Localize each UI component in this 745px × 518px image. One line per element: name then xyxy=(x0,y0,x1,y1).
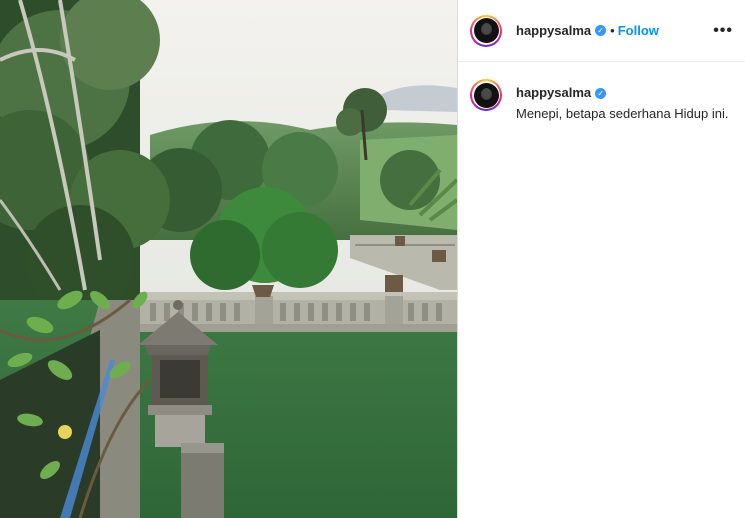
caption-username[interactable]: happysalma xyxy=(516,85,591,100)
avatar-image xyxy=(473,18,499,43)
caption-text: Menepi, betapa sederhana Hidup ini. xyxy=(516,106,729,121)
avatar-ring xyxy=(472,16,500,45)
verified-badge-icon: ✓ xyxy=(595,25,607,36)
instagram-post: happysalma ✓ • Follow ••• happysalma ✓ Me… xyxy=(0,0,745,518)
post-header: happysalma ✓ • Follow ••• xyxy=(458,0,745,62)
more-options-icon[interactable]: ••• xyxy=(705,22,733,40)
post-photo[interactable] xyxy=(0,0,457,518)
caption-body: happysalma ✓ Menepi, betapa sederhana Hid… xyxy=(516,84,728,121)
caption: happysalma ✓ Menepi, betapa sederhana Hid… xyxy=(458,62,745,121)
verified-badge-icon: ✓ xyxy=(595,88,607,99)
avatar-ring xyxy=(472,81,500,109)
separator-dot: • xyxy=(610,23,615,38)
garden-view-photo xyxy=(0,0,457,518)
caption-avatar[interactable] xyxy=(470,79,502,111)
post-sidebar: happysalma ✓ • Follow ••• happysalma ✓ Me… xyxy=(457,0,745,518)
follow-button[interactable]: Follow xyxy=(618,23,659,38)
avatar-image xyxy=(473,82,499,108)
avatar[interactable] xyxy=(470,14,502,47)
header-username[interactable]: happysalma xyxy=(516,23,591,38)
